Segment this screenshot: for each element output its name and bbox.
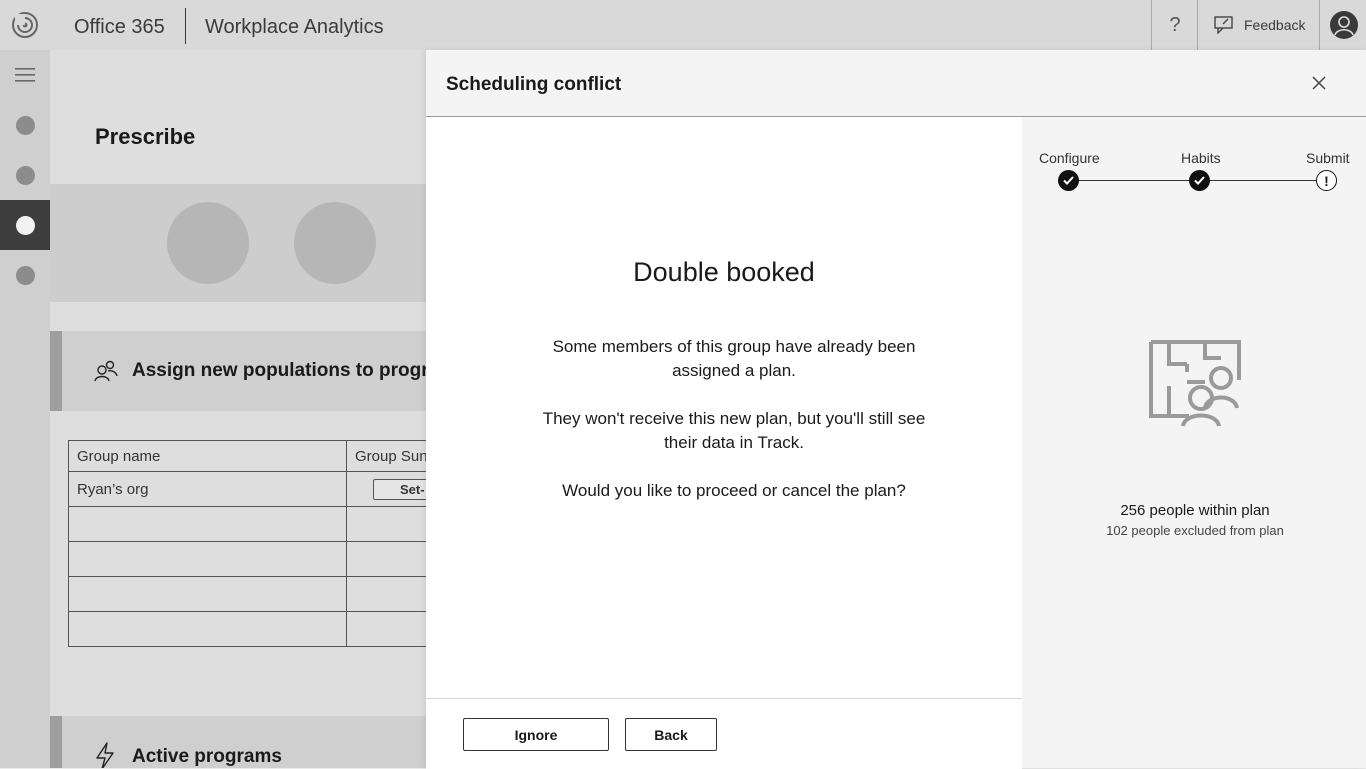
nav-item-1[interactable] <box>0 100 50 150</box>
group-name-cell: Ryan’s org <box>68 471 347 507</box>
nav-dot-icon <box>15 115 35 135</box>
step-label-habits: Habits <box>1181 150 1221 166</box>
app-logo-icon[interactable] <box>0 0 50 50</box>
step-submit-warning-icon[interactable]: ! <box>1316 170 1337 191</box>
people-within-plan: 256 people within plan <box>1120 502 1270 519</box>
title-divider <box>185 8 186 44</box>
hamburger-menu-button[interactable] <box>0 50 50 100</box>
hero-placeholder-circle <box>167 202 249 284</box>
active-programs-title: Active programs <box>132 746 282 767</box>
panel-header: Scheduling conflict <box>426 50 1366 117</box>
people-icon <box>94 360 118 382</box>
close-icon <box>1312 76 1326 90</box>
step-label-submit: Submit <box>1306 150 1350 166</box>
dialog-footer: Ignore Back <box>426 698 1022 769</box>
hero-placeholder-circle <box>294 202 376 284</box>
close-button[interactable] <box>1306 70 1332 96</box>
group-name-cell <box>68 611 347 647</box>
message-track-data: They won't receive this new plan, but yo… <box>542 409 926 452</box>
nav-dot-icon <box>15 165 35 185</box>
left-nav-rail <box>0 50 50 768</box>
progress-stepper: Configure Habits Submit ! <box>1022 117 1366 207</box>
step-label-configure: Configure <box>1039 150 1100 166</box>
help-icon: ? <box>1169 13 1181 36</box>
product-title[interactable]: Workplace Analytics <box>205 0 384 50</box>
group-name-cell <box>68 506 347 542</box>
nav-dot-icon <box>15 215 35 235</box>
people-excluded-from-plan: 102 people excluded from plan <box>1106 523 1284 538</box>
nav-item-2[interactable] <box>0 150 50 200</box>
help-button[interactable]: ? <box>1151 0 1198 50</box>
back-button[interactable]: Back <box>625 718 717 751</box>
column-header-group-name: Group name <box>68 440 347 472</box>
top-bar: Office 365 Workplace Analytics ? Feedbac… <box>0 0 1366 51</box>
user-avatar-button[interactable] <box>1319 0 1366 50</box>
feedback-button[interactable]: Feedback <box>1197 0 1319 50</box>
assign-section-title: Assign new populations to progr <box>132 360 429 381</box>
step-configure-check-icon[interactable] <box>1058 170 1079 191</box>
nav-dot-icon <box>15 265 35 285</box>
message-already-assigned: Some members of this group have already … <box>552 337 916 380</box>
dialog-content: Double booked Some members of this group… <box>426 117 1022 698</box>
section-accent-bar <box>50 331 62 411</box>
group-plan-icon <box>1149 340 1241 427</box>
nav-item-prescribe[interactable] <box>0 200 50 250</box>
dialog-heading: Double booked <box>633 257 815 287</box>
ignore-button[interactable]: Ignore <box>463 718 609 751</box>
hamburger-icon <box>15 68 35 82</box>
scheduling-conflict-panel: Scheduling conflict Double booked Some m… <box>426 50 1366 769</box>
message-proceed-question: Would you like to proceed or cancel the … <box>562 481 906 500</box>
group-name-cell <box>68 541 347 577</box>
section-accent-bar <box>50 716 62 768</box>
panel-title: Scheduling conflict <box>446 74 622 95</box>
page-title: Prescribe <box>95 124 196 149</box>
step-habits-check-icon[interactable] <box>1189 170 1210 191</box>
group-name-cell <box>68 576 347 612</box>
feedback-label: Feedback <box>1244 17 1306 33</box>
avatar-icon <box>1329 11 1358 39</box>
lightning-icon <box>96 742 114 768</box>
nav-item-4[interactable] <box>0 250 50 300</box>
plan-summary-sidebar: Configure Habits Submit ! 256 people wit… <box>1022 117 1366 768</box>
app-title[interactable]: Office 365 <box>74 0 165 50</box>
feedback-icon <box>1214 16 1233 34</box>
